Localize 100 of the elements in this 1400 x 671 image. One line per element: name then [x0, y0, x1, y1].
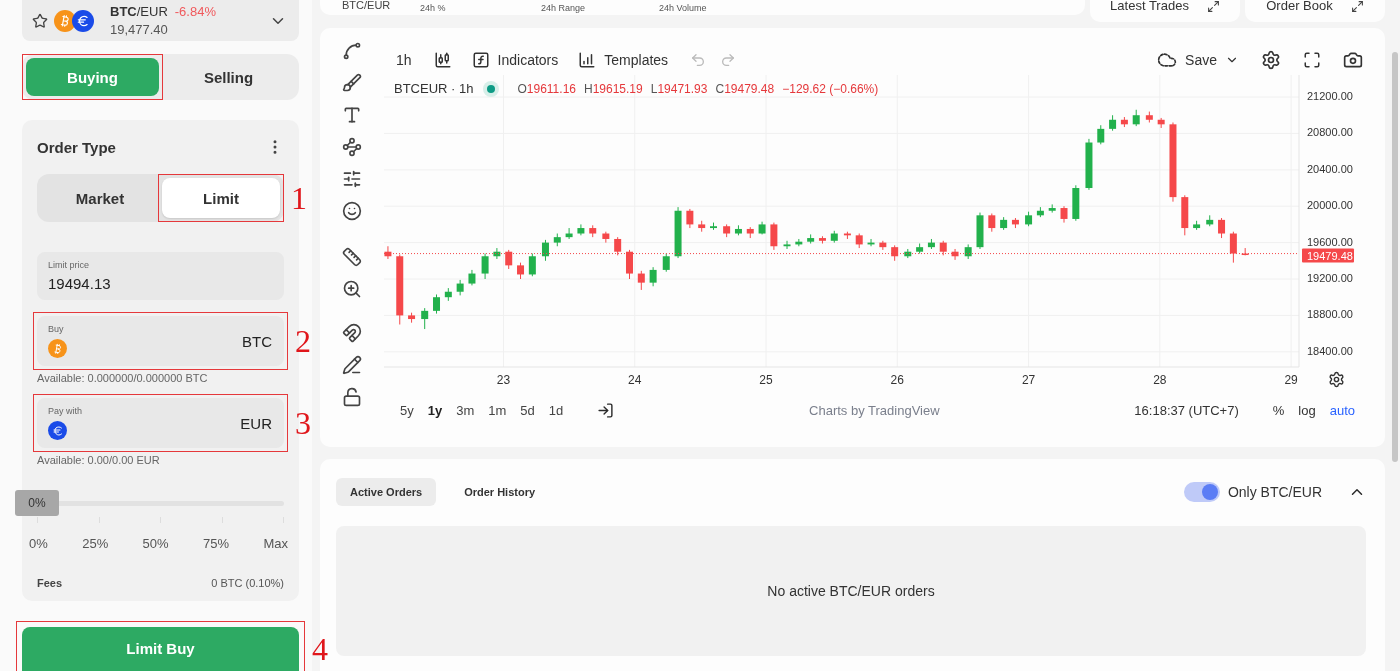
candle — [951, 248, 959, 261]
candle — [746, 226, 754, 239]
slider-mark[interactable]: Max — [263, 536, 288, 551]
candle — [830, 230, 838, 244]
arrow-in-box-icon[interactable] — [597, 401, 615, 419]
candle — [939, 240, 947, 256]
settings-icon[interactable] — [1261, 50, 1281, 70]
candlestick-icon[interactable] — [433, 51, 452, 69]
scale-button[interactable]: auto — [1329, 402, 1355, 418]
unlock-icon[interactable] — [342, 387, 362, 407]
chart-time: 16:18:37 (UTC+7) — [1134, 402, 1239, 418]
symbol-label: BTCEUR · 1h — [394, 81, 474, 96]
range-button[interactable]: 5d — [520, 402, 535, 418]
cloud-icon[interactable] — [1157, 50, 1178, 70]
time-axis-label: 24 — [628, 373, 642, 387]
candle — [614, 236, 622, 256]
expand-icon[interactable] — [1206, 0, 1220, 13]
orders-tab[interactable]: Active Orders — [336, 478, 437, 506]
candle — [1060, 205, 1068, 224]
price-axis-label: 20400.00 — [1307, 162, 1353, 175]
available-balance: Available: 0.00/0.00 EUR — [37, 454, 161, 466]
limit-price-field[interactable]: Limit price 19494.13 — [37, 252, 284, 300]
price-axis-label: 18800.00 — [1307, 308, 1353, 321]
card-title: Order Type — [37, 138, 116, 156]
candle — [433, 294, 440, 315]
range-button[interactable]: 1d — [548, 402, 564, 418]
range-button[interactable]: 1m — [488, 402, 507, 418]
candle — [553, 233, 561, 247]
candle — [1109, 114, 1117, 132]
lines-icon[interactable] — [342, 169, 362, 189]
candle — [916, 243, 924, 255]
candle — [577, 223, 585, 236]
orders-tab[interactable]: Order History — [450, 478, 550, 506]
candle — [758, 221, 766, 235]
pair-name: BTC/EUR — [110, 4, 168, 20]
function-icon[interactable] — [471, 51, 490, 69]
candle — [1181, 194, 1189, 236]
range-button[interactable]: 5y — [400, 402, 414, 418]
amount-field[interactable]: Pay with EUR — [37, 398, 284, 448]
text-icon[interactable] — [342, 105, 362, 125]
star-icon[interactable] — [32, 12, 48, 29]
slider-thumb[interactable]: 0% — [15, 490, 59, 516]
pencil-icon[interactable] — [342, 355, 362, 375]
callout-number: 3 — [295, 407, 311, 439]
range-button[interactable]: 3m — [456, 402, 475, 418]
pattern-icon[interactable] — [342, 137, 362, 157]
brush-icon[interactable] — [342, 73, 362, 93]
magnet-icon[interactable] — [342, 323, 362, 343]
bar-chart-icon[interactable] — [578, 51, 597, 69]
ohlc-value: H19615.19 — [584, 81, 643, 96]
slider-mark[interactable]: 25% — [82, 536, 109, 551]
expand-icon[interactable] — [1350, 0, 1364, 13]
trend-line-icon[interactable] — [342, 41, 362, 61]
price-axis-label: 19600.00 — [1307, 235, 1353, 248]
candle — [686, 208, 694, 229]
euro-icon — [48, 421, 67, 440]
amount-slider[interactable]: 0% — [14, 490, 284, 516]
candle — [964, 243, 972, 260]
time-axis-label: 26 — [890, 373, 904, 387]
interval-button[interactable]: 1h — [394, 50, 414, 70]
zoom-in-icon[interactable] — [342, 279, 362, 299]
candle — [734, 224, 742, 236]
indicators-button[interactable]: Indicators — [495, 50, 561, 70]
candle — [456, 279, 464, 296]
range-button[interactable]: 1y — [427, 402, 443, 418]
settings-icon[interactable] — [1328, 371, 1345, 388]
amount-field[interactable]: Buy BTC — [37, 316, 284, 366]
candle — [795, 238, 803, 247]
slider-mark[interactable]: 50% — [142, 536, 169, 551]
ohlc-value: O19611.16 — [517, 81, 576, 96]
ruler-icon[interactable] — [342, 247, 362, 267]
candle — [1145, 111, 1153, 123]
candle — [904, 248, 912, 259]
filter-toggle[interactable] — [1183, 482, 1220, 502]
scrollbar[interactable] — [1392, 52, 1398, 462]
bitcoin-icon — [48, 339, 67, 358]
side-tab[interactable]: Selling — [162, 58, 295, 96]
panel-card[interactable]: Latest Trades — [1090, 0, 1240, 22]
candle — [1241, 247, 1249, 256]
slider-mark[interactable]: 0% — [29, 536, 48, 551]
market-selector[interactable]: BTC/EUR -6.84% 19,477.40 — [22, 0, 299, 42]
order-type-tab[interactable]: Limit — [162, 178, 280, 218]
save-button[interactable]: Save — [1183, 50, 1219, 70]
candle — [1157, 117, 1165, 129]
candle — [1072, 184, 1080, 222]
fullscreen-icon[interactable] — [1303, 51, 1321, 69]
price-axis-label: 19200.00 — [1307, 272, 1353, 284]
scale-button[interactable]: % — [1272, 402, 1285, 418]
camera-icon[interactable] — [1343, 50, 1363, 70]
templates-button[interactable]: Templates — [602, 50, 671, 70]
smile-icon[interactable] — [342, 201, 362, 221]
candle — [807, 233, 815, 244]
order-type-tab[interactable]: Market — [41, 178, 159, 218]
panel-card[interactable]: Order Book — [1245, 0, 1385, 22]
currency-code: BTC — [242, 332, 272, 350]
candle — [1011, 217, 1019, 229]
candle — [1000, 216, 1008, 231]
price-axis-label: 20800.00 — [1307, 126, 1353, 139]
slider-mark[interactable]: 75% — [203, 536, 229, 551]
scale-button[interactable]: log — [1298, 402, 1316, 418]
